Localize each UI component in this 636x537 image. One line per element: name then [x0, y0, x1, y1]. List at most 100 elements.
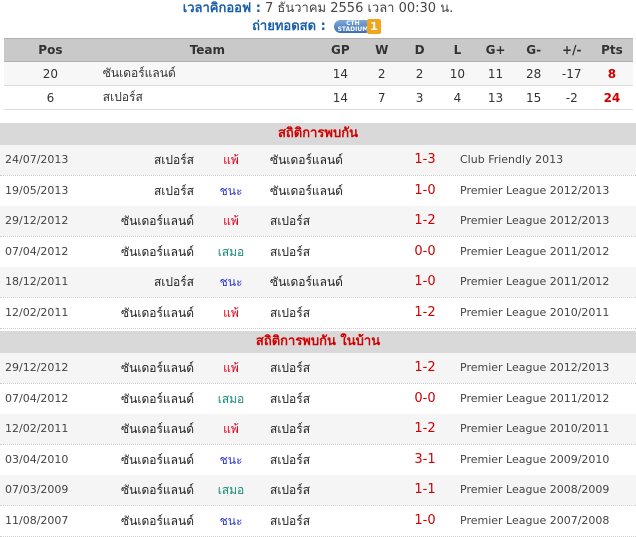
w: 7: [362, 85, 401, 110]
competition: Premier League 2010/2011: [460, 305, 610, 319]
match-row: 03/04/2010 ซันเดอร์แลนด์ ชนะ สเปอร์ส 3-1 Prem…: [0, 445, 636, 475]
match-result: แพ้: [223, 153, 239, 167]
l: 10: [438, 61, 477, 86]
w: 2: [362, 61, 401, 86]
away-team: ซันเดอร์แลนด์: [270, 153, 343, 167]
match-score: 1-0: [414, 512, 436, 528]
home-team: สเปอร์ส: [153, 275, 194, 289]
match-row: 18/12/2011 สเปอร์ส ชนะ ซันเดอร์แลนด์ 1-0 Prem…: [0, 267, 636, 297]
competition: Club Friendly 2013: [460, 153, 564, 166]
match-result: แพ้: [223, 214, 239, 228]
l: 4: [438, 85, 477, 110]
col-gd: +/-: [552, 38, 591, 62]
match-result: ชนะ: [219, 452, 243, 467]
match-row: 29/12/2012 ซันเดอร์แลนด์ แพ้ สเปอร์ส 1-2 Prem…: [0, 353, 636, 383]
h2h-home-title: สถิติการพบกัน ในบ้าน: [0, 331, 636, 353]
col-team: Team: [96, 38, 318, 62]
competition: Premier League 2007/2008: [460, 513, 610, 527]
home-team: สเปอร์ส: [153, 153, 194, 167]
home-team: ซันเดอร์แลนด์: [121, 214, 194, 228]
match-score: 1-0: [414, 182, 436, 198]
match-row: 12/02/2011 ซันเดอร์แลนด์ แพ้ สเปอร์ส 1-2 Prem…: [0, 298, 636, 328]
away-team: สเปอร์ส: [270, 422, 311, 436]
match-row: 07/04/2012 ซันเดอร์แลนด์ เสมอ สเปอร์ส 0-0 Pre…: [0, 384, 636, 414]
match-result: ชนะ: [219, 183, 243, 198]
match-result: ชนะ: [219, 275, 243, 289]
team-name: สเปอร์ส: [96, 85, 318, 110]
away-team: ซันเดอร์แลนด์: [270, 275, 343, 289]
match-date: 07/04/2012: [5, 244, 69, 258]
d: 2: [400, 61, 439, 86]
pos: 6: [4, 85, 97, 110]
match-row: 07/04/2012 ซันเดอร์แลนด์ เสมอ สเปอร์ส 0-0 Pre…: [0, 237, 636, 267]
match-date: 29/12/2012: [5, 361, 69, 374]
competition: Premier League 2011/2012: [460, 391, 610, 405]
home-team: ซันเดอร์แลนด์: [121, 391, 194, 406]
pos: 20: [4, 61, 97, 86]
kickoff-line: เวลาคิกออฟ : 7 ธันวาคม 2556 เวลา 00:30 น…: [0, 0, 636, 20]
away-team: สเปอร์ส: [270, 361, 311, 375]
col-pos: Pos: [4, 38, 97, 62]
home-team: ซันเดอร์แลนด์: [121, 361, 194, 375]
channel-logo-number: 1: [366, 19, 381, 34]
gf: 13: [476, 85, 515, 110]
home-team: ซันเดอร์แลนด์: [121, 422, 194, 436]
broadcast-label: ถ่ายทอดสด :: [252, 19, 326, 34]
competition: Premier League 2008/2009: [460, 483, 610, 496]
broadcast-line: ถ่ายทอดสด : CTH STADIUM 1: [0, 18, 636, 36]
competition: Premier League 2011/2012: [460, 275, 610, 288]
gd: -17: [552, 61, 591, 86]
away-team: ซันเดอร์แลนด์: [270, 183, 343, 198]
pts: 24: [590, 85, 633, 110]
match-date: 12/02/2011: [5, 422, 69, 435]
home-team: สเปอร์ส: [153, 183, 194, 198]
competition: Premier League 2011/2012: [460, 244, 610, 258]
competition: Premier League 2012/2013: [460, 361, 610, 374]
match-score: 1-2: [414, 421, 436, 436]
match-score: 0-0: [414, 243, 436, 259]
match-score: 1-2: [414, 304, 436, 320]
kickoff-label: เวลาคิกออฟ :: [182, 1, 261, 16]
kickoff-time: 7 ธันวาคม 2556 เวลา 00:30 น.: [265, 1, 454, 16]
row-divider: [0, 535, 636, 537]
away-team: สเปอร์ส: [270, 483, 311, 497]
gp: 14: [317, 85, 363, 110]
away-team: สเปอร์ส: [270, 305, 311, 320]
match-row: 19/05/2013 สเปอร์ส ชนะ ซันเดอร์แลนด์ 1-0 Prem…: [0, 176, 636, 206]
away-team: สเปอร์ส: [270, 513, 311, 528]
match-date: 29/12/2012: [5, 214, 69, 227]
home-team: ซันเดอร์แลนด์: [121, 244, 194, 259]
match-row: 11/08/2007 ซันเดอร์แลนด์ ชนะ สเปอร์ส 1-0 Prem…: [0, 506, 636, 536]
match-score: 3-1: [414, 451, 436, 467]
match-score: 1-2: [414, 213, 436, 228]
match-result: แพ้: [223, 422, 239, 436]
match-result: เสมอ: [217, 483, 245, 497]
competition: Premier League 2010/2011: [460, 422, 610, 435]
ga: 28: [514, 61, 553, 86]
match-result: แพ้: [223, 305, 239, 320]
home-team: ซันเดอร์แลนด์: [121, 483, 194, 497]
match-row: 07/03/2009 ซันเดอร์แลนด์ เสมอ สเปอร์ส 1-1 Pre…: [0, 475, 636, 505]
d: 3: [400, 85, 439, 110]
col-d: D: [400, 38, 439, 62]
channel-logo-icon: CTH STADIUM 1: [333, 19, 384, 34]
home-team: ซันเดอร์แลนด์: [121, 452, 194, 467]
match-score: 1-1: [414, 482, 436, 497]
match-score: 1-2: [414, 360, 436, 375]
competition: Premier League 2009/2010: [460, 452, 610, 466]
col-ga: G-: [514, 38, 553, 62]
standings-row: 6 สเปอร์ส 14 7 3 4 13 15 -2 24: [4, 85, 633, 110]
home-team: ซันเดอร์แลนด์: [121, 305, 194, 320]
match-result: ชนะ: [219, 513, 243, 528]
standings-row: 20 ซันเดอร์แลนด์ 14 2 2 10 11 28 -17 8: [4, 61, 633, 86]
pts: 8: [590, 61, 633, 86]
match-date: 07/04/2012: [5, 391, 69, 405]
ga: 15: [514, 85, 553, 110]
gp: 14: [317, 61, 363, 86]
team-name: ซันเดอร์แลนด์: [96, 61, 318, 86]
match-score: 1-3: [414, 152, 436, 167]
match-score: 0-0: [414, 390, 436, 406]
competition: Premier League 2012/2013: [460, 214, 610, 227]
match-row: 12/02/2011 ซันเดอร์แลนด์ แพ้ สเปอร์ส 1-2 Prem…: [0, 414, 636, 444]
competition: Premier League 2012/2013: [460, 183, 610, 197]
